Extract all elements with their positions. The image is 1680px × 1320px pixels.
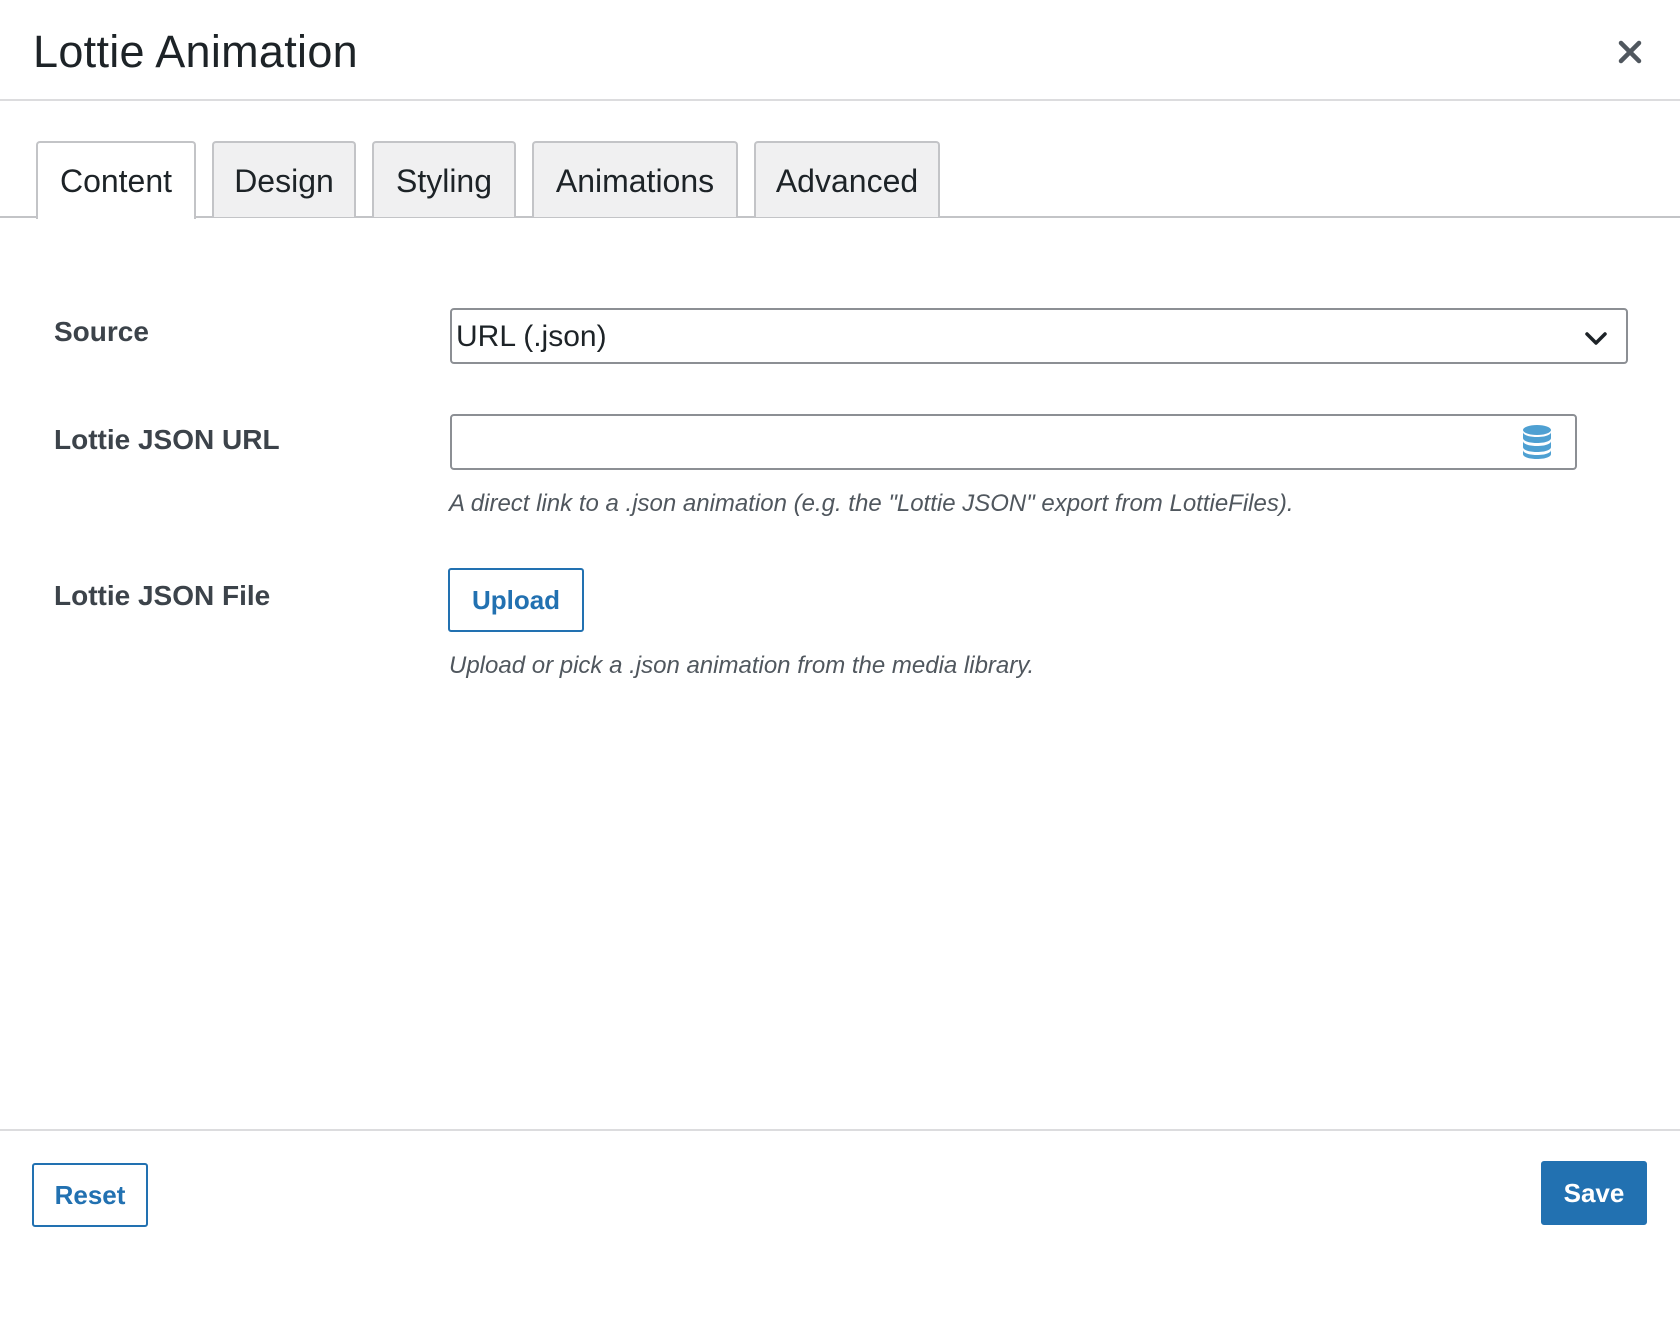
tab-label: Advanced — [775, 163, 919, 199]
tab-label: Styling — [395, 163, 493, 199]
json-url-help: A direct link to a .json animation (e.g.… — [449, 490, 1294, 517]
json-file-label: Lottie JSON File — [54, 580, 271, 611]
source-select[interactable]: URL (.json) — [450, 308, 1628, 364]
modal-header: Lottie Animation — [0, 0, 1680, 101]
modal-title: Lottie Animation — [33, 26, 359, 77]
tab-advanced[interactable]: Advanced — [754, 141, 940, 217]
close-icon — [1618, 40, 1642, 64]
json-url-label: Lottie JSON URL — [54, 424, 280, 455]
database-icon[interactable] — [1520, 424, 1554, 460]
source-label: Source — [54, 316, 149, 347]
json-file-help: Upload or pick a .json animation from th… — [449, 652, 1035, 679]
chevron-down-icon — [1585, 332, 1607, 345]
close-button[interactable] — [1608, 30, 1652, 74]
tab-bar: Content Design Styling Animations Advanc… — [0, 141, 1680, 219]
lottie-animation-modal: Lottie Animation Content Design Styling … — [0, 0, 1680, 1320]
modal-footer: Reset Save — [0, 1129, 1680, 1320]
tab-label: Animations — [555, 163, 715, 199]
tab-label: Content — [59, 163, 173, 199]
upload-button[interactable]: Upload — [448, 568, 584, 632]
reset-button[interactable]: Reset — [32, 1163, 148, 1227]
tab-label: Design — [234, 163, 334, 199]
source-selected-value: URL (.json) — [456, 320, 607, 353]
tab-animations[interactable]: Animations — [532, 141, 738, 217]
tab-styling[interactable]: Styling — [372, 141, 516, 217]
tab-content[interactable]: Content — [36, 141, 196, 219]
save-button[interactable]: Save — [1541, 1161, 1647, 1225]
json-url-input[interactable] — [450, 414, 1577, 470]
tab-design[interactable]: Design — [212, 141, 356, 217]
